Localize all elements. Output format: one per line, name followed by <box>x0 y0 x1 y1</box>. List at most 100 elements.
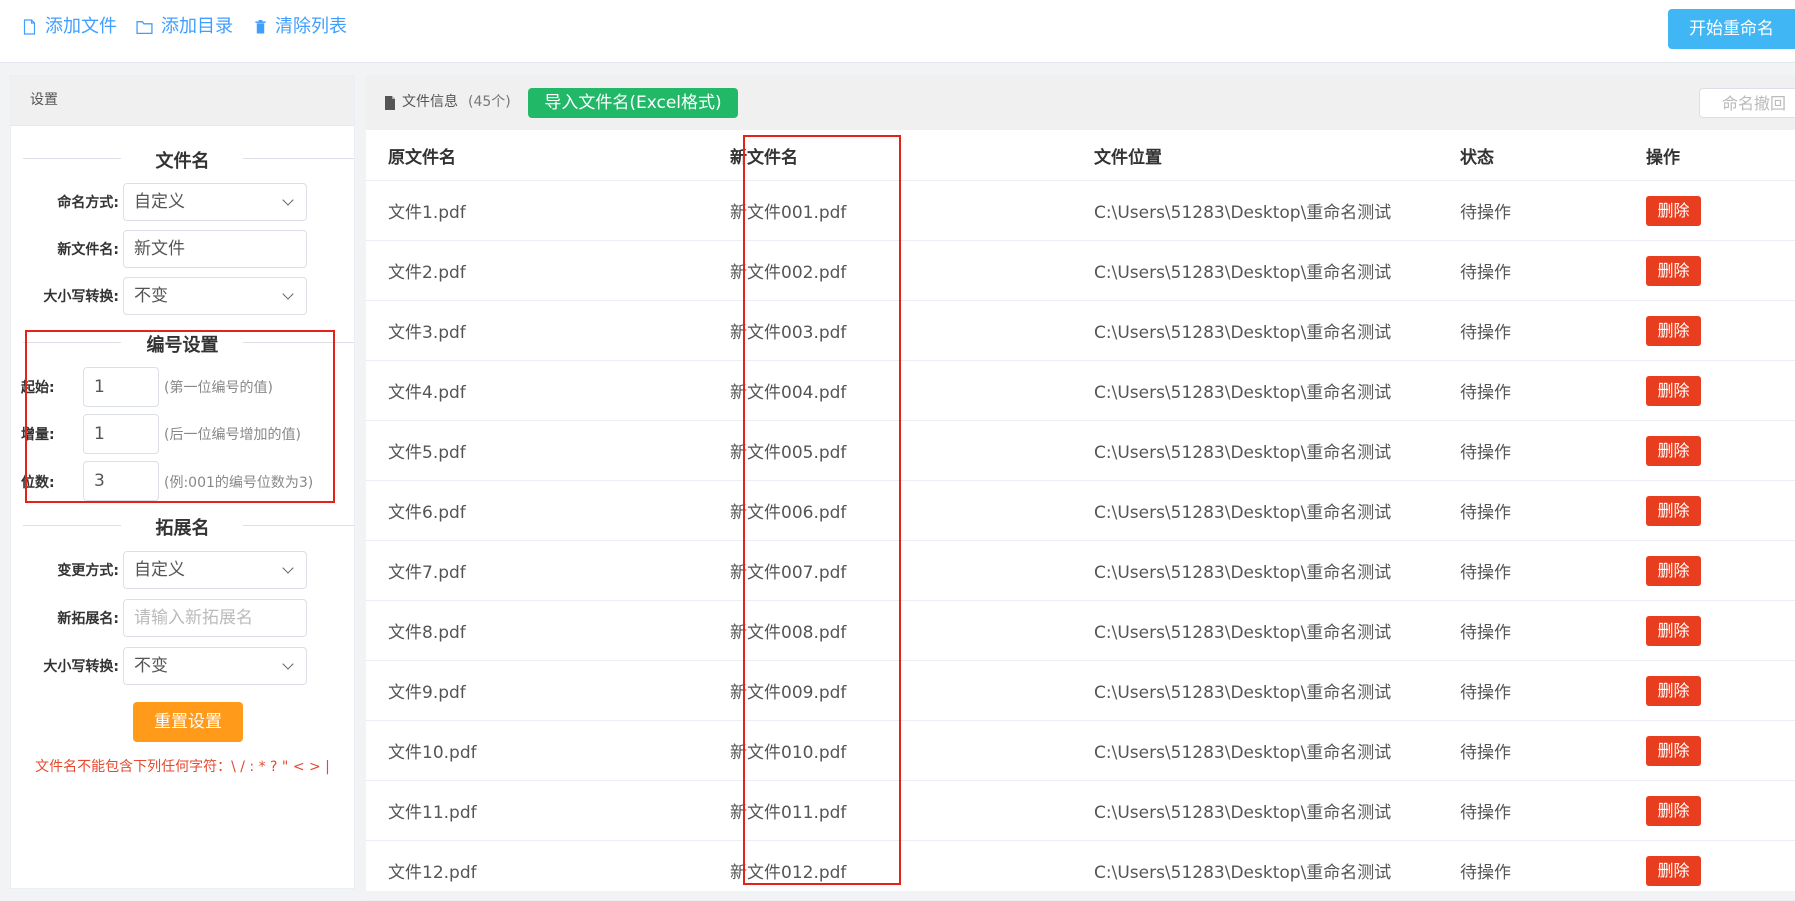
cell-status: 待操作 <box>1460 780 1646 841</box>
cell-status: 待操作 <box>1460 180 1646 241</box>
cell-new-name: 新文件003.pdf <box>730 300 1094 361</box>
start-rename-button[interactable]: 开始重命名 <box>1668 9 1795 49</box>
table-row[interactable]: 文件11.pdf 新文件011.pdf C:\Users\51283\Desktop… <box>366 780 1795 841</box>
naming-mode-value: 自定义 <box>134 192 185 212</box>
cell-status: 待操作 <box>1460 840 1646 901</box>
cell-original-name: 文件12.pdf <box>366 840 730 901</box>
delete-button[interactable]: 删除 <box>1646 375 1701 406</box>
table-row[interactable]: 文件12.pdf 新文件012.pdf C:\Users\51283\Desktop… <box>366 840 1795 901</box>
cell-action: 删除 <box>1646 540 1795 601</box>
table-row[interactable]: 文件7.pdf 新文件007.pdf C:\Users\51283\Desktop\… <box>366 540 1795 601</box>
import-excel-button[interactable]: 导入文件名(Excel格式) <box>528 88 738 118</box>
delete-button[interactable]: 删除 <box>1646 855 1701 886</box>
col-header-original[interactable]: 原文件名 <box>366 130 730 181</box>
cell-original-name: 文件1.pdf <box>366 180 730 241</box>
cell-file-path: C:\Users\51283\Desktop\重命名测试 <box>1094 780 1460 841</box>
cell-original-name: 文件10.pdf <box>366 720 730 781</box>
delete-button[interactable]: 删除 <box>1646 795 1701 826</box>
table-row[interactable]: 文件4.pdf 新文件004.pdf C:\Users\51283\Desktop\… <box>366 360 1795 421</box>
cell-original-name: 文件3.pdf <box>366 300 730 361</box>
delete-button[interactable]: 删除 <box>1646 315 1701 346</box>
file-count: (45个) <box>468 94 511 110</box>
delete-button[interactable]: 删除 <box>1646 615 1701 646</box>
ext-case-select[interactable]: 不变 <box>123 647 307 685</box>
cell-file-path: C:\Users\51283\Desktop\重命名测试 <box>1094 720 1460 781</box>
cell-action: 删除 <box>1646 180 1795 241</box>
cell-file-path: C:\Users\51283\Desktop\重命名测试 <box>1094 300 1460 361</box>
cell-original-name: 文件11.pdf <box>366 780 730 841</box>
cell-new-name: 新文件005.pdf <box>730 420 1094 481</box>
new-name-value: 新文件 <box>134 239 185 259</box>
cell-new-name: 新文件004.pdf <box>730 360 1094 421</box>
delete-button[interactable]: 删除 <box>1646 255 1701 286</box>
ext-section-title: 拓展名 <box>155 518 210 539</box>
ext-case-value: 不变 <box>134 656 168 676</box>
delete-button[interactable]: 删除 <box>1646 675 1701 706</box>
delete-button[interactable]: 删除 <box>1646 495 1701 526</box>
naming-mode-select[interactable]: 自定义 <box>123 183 307 221</box>
reset-settings-button[interactable]: 重置设置 <box>133 702 243 742</box>
cell-new-name: 新文件009.pdf <box>730 660 1094 721</box>
naming-mode-label: 命名方式: <box>57 195 119 211</box>
table-row[interactable]: 文件3.pdf 新文件003.pdf C:\Users\51283\Desktop\… <box>366 300 1795 361</box>
cell-new-name: 新文件006.pdf <box>730 480 1094 541</box>
delete-button[interactable]: 删除 <box>1646 735 1701 766</box>
case-label: 大小写转换: <box>43 289 119 305</box>
cell-file-path: C:\Users\51283\Desktop\重命名测试 <box>1094 840 1460 901</box>
new-ext-label: 新拓展名: <box>57 611 119 627</box>
delete-button[interactable]: 删除 <box>1646 555 1701 586</box>
filename-section-title: 文件名 <box>155 151 210 172</box>
cell-original-name: 文件9.pdf <box>366 660 730 721</box>
ext-mode-value: 自定义 <box>134 560 185 580</box>
ext-mode-select[interactable]: 自定义 <box>123 551 307 589</box>
case-select[interactable]: 不变 <box>123 277 307 315</box>
add-dir-label: 添加目录 <box>161 16 233 37</box>
cell-status: 待操作 <box>1460 360 1646 421</box>
delete-button[interactable]: 删除 <box>1646 195 1701 226</box>
cell-file-path: C:\Users\51283\Desktop\重命名测试 <box>1094 180 1460 241</box>
cell-action: 删除 <box>1646 660 1795 721</box>
add-dir-button[interactable]: 添加目录 <box>136 14 233 40</box>
cell-original-name: 文件8.pdf <box>366 600 730 661</box>
table-row[interactable]: 文件10.pdf 新文件010.pdf C:\Users\51283\Desktop… <box>366 720 1795 781</box>
cell-status: 待操作 <box>1460 300 1646 361</box>
col-header-status[interactable]: 状态 <box>1460 130 1646 181</box>
numbering-highlight-box <box>25 330 335 503</box>
col-header-path[interactable]: 文件位置 <box>1094 130 1460 181</box>
new-ext-input[interactable]: 请输入新拓展名 <box>123 599 307 637</box>
file-panel: 文件信息 (45个) 导入文件名(Excel格式) 命名撤回 原文件名 新文件名… <box>366 75 1795 901</box>
cell-action: 删除 <box>1646 780 1795 841</box>
table-row[interactable]: 文件1.pdf 新文件001.pdf C:\Users\51283\Desktop\… <box>366 180 1795 241</box>
new-name-label: 新文件名: <box>57 242 119 258</box>
clear-list-button[interactable]: 清除列表 <box>254 14 347 40</box>
table-row[interactable]: 文件2.pdf 新文件002.pdf C:\Users\51283\Desktop\… <box>366 240 1795 301</box>
ext-case-label: 大小写转换: <box>43 659 119 675</box>
cell-file-path: C:\Users\51283\Desktop\重命名测试 <box>1094 360 1460 421</box>
cell-status: 待操作 <box>1460 540 1646 601</box>
cell-file-path: C:\Users\51283\Desktop\重命名测试 <box>1094 420 1460 481</box>
col-header-new[interactable]: 新文件名 <box>730 130 1094 181</box>
new-name-input[interactable]: 新文件 <box>123 230 307 268</box>
cell-file-path: C:\Users\51283\Desktop\重命名测试 <box>1094 480 1460 541</box>
settings-panel: 设置 文件名 命名方式: 自定义 新文件名: 新文件 大小写转换: 不变 编号设… <box>10 75 355 889</box>
cell-status: 待操作 <box>1460 720 1646 781</box>
add-file-button[interactable]: 添加文件 <box>22 14 117 40</box>
table-header-row: 原文件名 新文件名 文件位置 状态 操作 <box>366 130 1795 181</box>
add-file-label: 添加文件 <box>45 16 117 37</box>
delete-button[interactable]: 删除 <box>1646 435 1701 466</box>
table-row[interactable]: 文件5.pdf 新文件005.pdf C:\Users\51283\Desktop\… <box>366 420 1795 481</box>
cell-new-name: 新文件012.pdf <box>730 840 1094 901</box>
table-row[interactable]: 文件9.pdf 新文件009.pdf C:\Users\51283\Desktop\… <box>366 660 1795 721</box>
cell-action: 删除 <box>1646 480 1795 541</box>
ext-mode-label: 变更方式: <box>57 563 119 579</box>
filename-warning: 文件名不能包含下列任何字符：\ / : * ? " < > | <box>35 759 330 775</box>
table-row[interactable]: 文件6.pdf 新文件006.pdf C:\Users\51283\Desktop\… <box>366 480 1795 541</box>
cell-action: 删除 <box>1646 840 1795 901</box>
cell-file-path: C:\Users\51283\Desktop\重命名测试 <box>1094 660 1460 721</box>
folder-icon <box>136 21 153 35</box>
undo-rename-button[interactable]: 命名撤回 <box>1699 88 1795 118</box>
file-icon <box>23 19 36 35</box>
table-row[interactable]: 文件8.pdf 新文件008.pdf C:\Users\51283\Desktop\… <box>366 600 1795 661</box>
cell-status: 待操作 <box>1460 660 1646 721</box>
new-ext-placeholder: 请输入新拓展名 <box>134 608 253 628</box>
